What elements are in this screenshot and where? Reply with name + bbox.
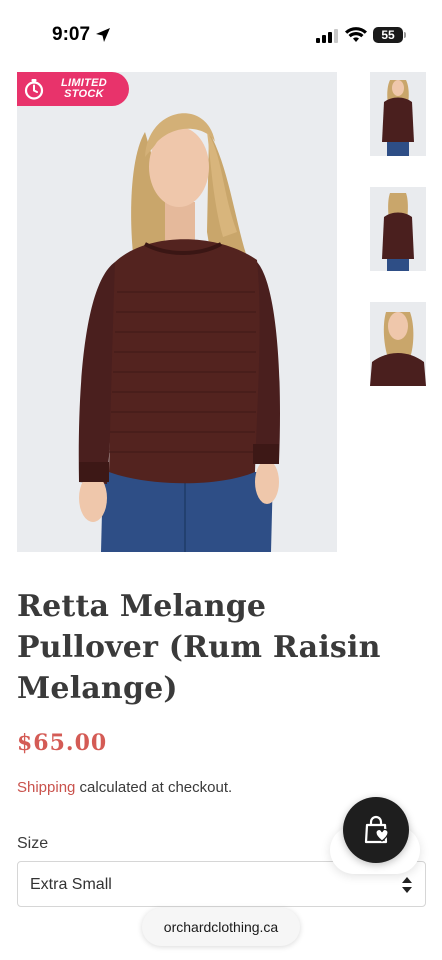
limited-stock-badge: LIMITED STOCK (17, 72, 129, 106)
shipping-note: Shipping calculated at checkout. (17, 779, 232, 796)
battery-icon: 55 (373, 27, 403, 43)
badge-line2: STOCK (64, 88, 104, 100)
size-label: Size (17, 835, 49, 852)
badge-text: LIMITED STOCK (51, 78, 117, 100)
select-arrows-icon (402, 877, 412, 893)
stopwatch-icon (17, 72, 51, 106)
shopping-bag-heart-icon (364, 815, 389, 844)
shipping-link[interactable]: Shipping (17, 779, 75, 796)
wishlist-button[interactable] (343, 797, 409, 863)
size-select-value: Extra Small (30, 876, 112, 893)
battery-cap (404, 32, 406, 38)
model-illustration (17, 72, 337, 552)
url-bar[interactable]: orchardclothing.ca (142, 908, 300, 946)
location-arrow-icon (96, 28, 110, 42)
product-main-image[interactable] (17, 72, 337, 552)
thumbnail-1[interactable] (370, 72, 426, 156)
product-price: $65.00 (17, 730, 108, 756)
thumbnail-2[interactable] (370, 187, 426, 271)
status-time: 9:07 (52, 24, 91, 45)
status-bar: 9:07 55 (0, 0, 442, 70)
wifi-icon (345, 27, 367, 42)
signal-icon (316, 29, 338, 43)
shipping-text: calculated at checkout. (75, 779, 233, 796)
product-title: Retta Melange Pullover (Rum Raisin Melan… (17, 589, 381, 706)
thumbnail-3[interactable] (370, 302, 426, 386)
